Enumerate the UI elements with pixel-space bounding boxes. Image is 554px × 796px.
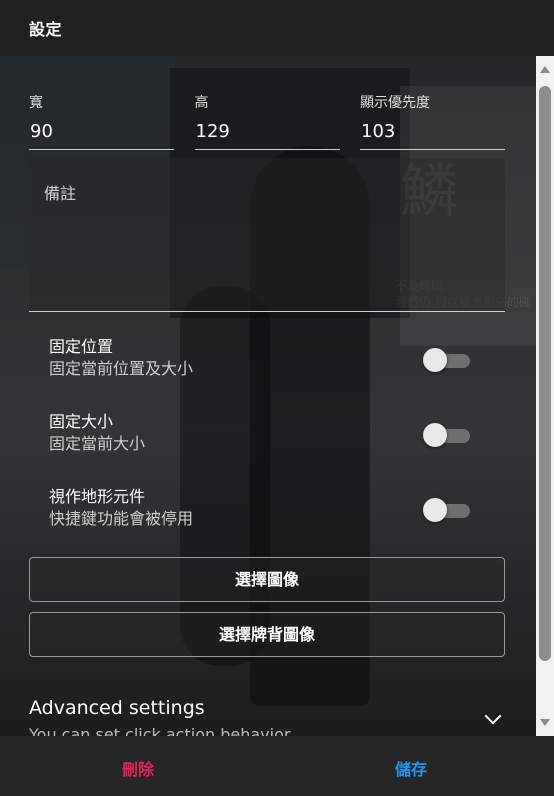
switch-thumb — [423, 348, 447, 372]
width-input[interactable] — [29, 120, 174, 150]
advanced-settings-subtitle: You can set click action behavior — [29, 725, 291, 736]
height-field: 高 — [194, 92, 340, 150]
scrollbar-thumb[interactable] — [539, 86, 551, 661]
toggle-subtitle: 快捷鍵功能會被停用 — [49, 509, 194, 528]
scroll-up-arrow-icon[interactable] — [540, 66, 550, 73]
toggle-fix-size: 固定大小 固定當前大小 — [49, 411, 479, 461]
toggle-subtitle: 固定當前大小 — [49, 434, 146, 453]
notes-textarea[interactable] — [29, 158, 505, 311]
width-field: 寬 — [29, 92, 174, 150]
priority-label: 顯示優先度 — [360, 95, 430, 111]
switch-thumb — [423, 498, 447, 522]
toggle-fix-position: 固定位置 固定當前位置及大小 — [49, 336, 479, 386]
toggle-title: 固定大小 — [49, 412, 114, 431]
terrain-switch[interactable] — [423, 497, 470, 525]
advanced-settings-accordion[interactable]: Advanced settings You can set click acti… — [29, 696, 509, 736]
height-input[interactable] — [194, 120, 340, 150]
scroll-down-arrow-icon[interactable] — [540, 719, 550, 726]
toggle-title: 固定位置 — [49, 337, 114, 356]
dialog-footer: 刪除 儲存 — [0, 736, 554, 796]
notes-field — [29, 158, 505, 312]
dimension-fields: 寬 高 顯示優先度 — [29, 92, 505, 150]
switch-thumb — [423, 423, 447, 447]
advanced-settings-title: Advanced settings — [29, 697, 205, 719]
priority-field: 顯示優先度 — [360, 92, 505, 150]
fix-size-switch[interactable] — [423, 422, 470, 450]
height-label: 高 — [194, 95, 209, 111]
priority-input[interactable] — [360, 120, 505, 150]
dialog-titlebar: 設定 — [0, 0, 554, 56]
scrollbar[interactable] — [536, 56, 554, 736]
toggle-title: 視作地形元件 — [49, 487, 146, 506]
width-label: 寬 — [29, 95, 43, 111]
dialog-title: 設定 — [29, 20, 63, 39]
select-back-image-button[interactable]: 選擇牌背圖像 — [29, 612, 505, 657]
save-button[interactable]: 儲存 — [395, 756, 427, 780]
dialog-content: 鱗 不及時間, 我們仍 可以嘆息和痛的碰 寬 高 顯示優先度 — [0, 56, 536, 736]
toggle-terrain: 視作地形元件 快捷鍵功能會被停用 — [49, 486, 479, 536]
delete-button[interactable]: 刪除 — [122, 756, 154, 780]
settings-dialog: 設定 鱗 不及時間, 我們仍 可以嘆息和痛的碰 寬 高 — [0, 0, 554, 796]
fix-position-switch[interactable] — [423, 347, 470, 375]
select-image-button[interactable]: 選擇圖像 — [29, 557, 505, 602]
toggle-subtitle: 固定當前位置及大小 — [49, 359, 194, 378]
